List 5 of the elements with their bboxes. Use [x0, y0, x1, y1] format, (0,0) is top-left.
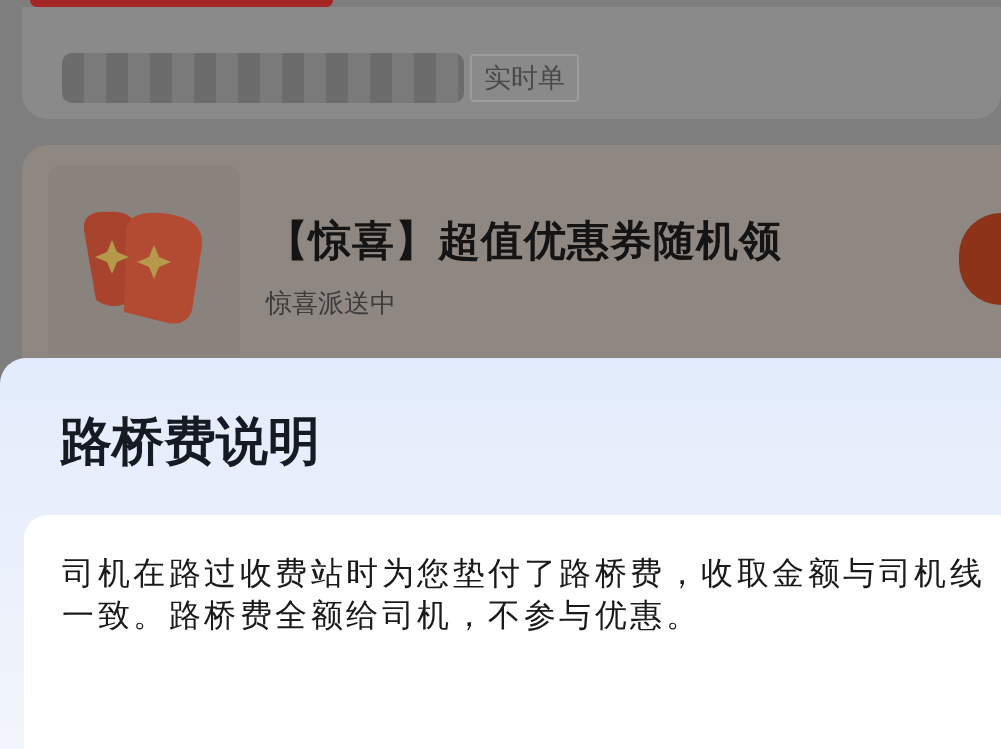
sheet-title: 路桥费说明 — [60, 410, 320, 473]
explanation-text: 司机在路过收费站时为您垫付了路桥费，收取金额与司机线一致。路桥费全额给司机，不参与优惠。 — [62, 553, 986, 636]
promo-title: 【惊喜】超值优惠券随机领 — [266, 215, 782, 267]
order-type-tag: 实时单 — [470, 53, 579, 103]
promo-subtitle: 惊喜派送中 — [266, 287, 397, 320]
